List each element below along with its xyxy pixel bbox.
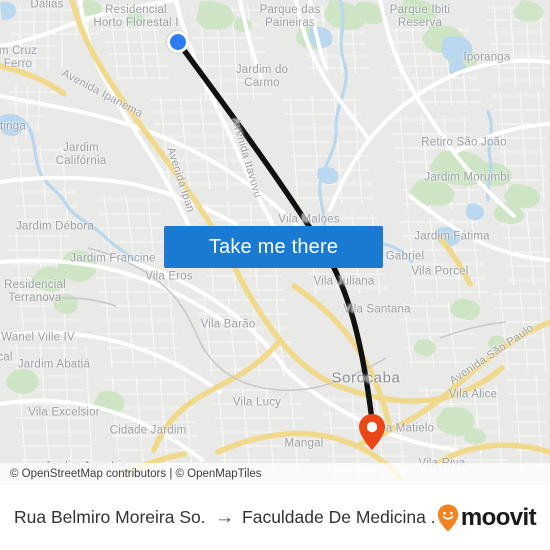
arrow-right-icon: → (215, 507, 235, 528)
route-destination-label: Faculdade De Medicina ... (242, 507, 437, 527)
moovit-brand[interactable]: moovit (437, 503, 537, 532)
moovit-wordmark: moovit (460, 503, 537, 531)
moovit-pin-icon (437, 504, 459, 531)
route-summary: Rua Belmiro Moreira So... → Faculdade De… (14, 507, 437, 528)
take-me-there-label: Take me there (208, 235, 339, 258)
take-me-there-button[interactable]: Take me there (164, 226, 383, 268)
attribution-text: © OpenStreetMap contributors | © OpenMap… (10, 468, 262, 480)
destination-marker[interactable] (359, 414, 385, 450)
route-origin-label: Rua Belmiro Moreira So... (14, 507, 208, 527)
moovit-route-screen: Dálias Residencial Horto Florestal I Parqu… (0, 0, 550, 550)
map-canvas[interactable]: Dálias Residencial Horto Florestal I Parqu… (0, 0, 550, 485)
footer-bar: Rua Belmiro Moreira So... → Faculdade De… (0, 485, 550, 550)
origin-marker[interactable] (167, 31, 189, 53)
map-attribution[interactable]: © OpenStreetMap contributors | © OpenMap… (0, 463, 550, 485)
